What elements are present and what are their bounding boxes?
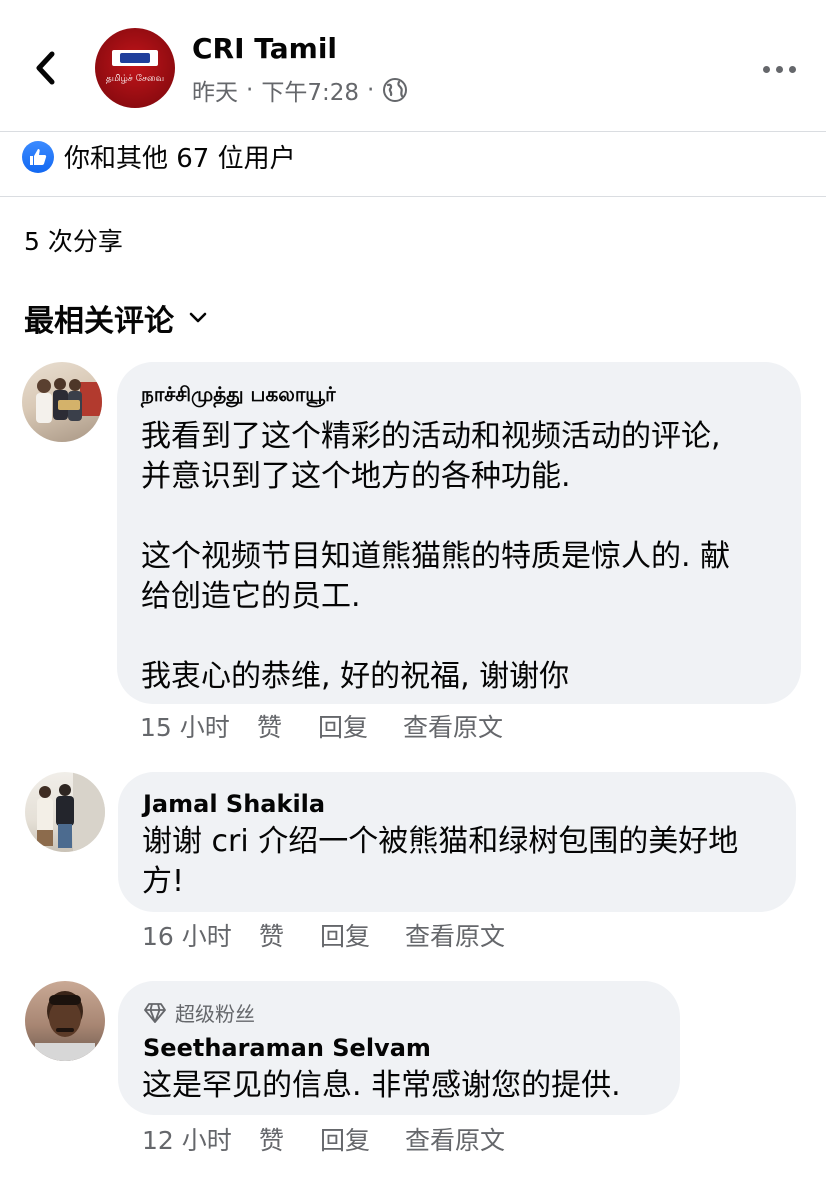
reactions-summary[interactable]: 你和其他 67 位用户 bbox=[22, 138, 296, 175]
reactions-text: 你和其他 67 位用户 bbox=[64, 144, 296, 174]
shares-count[interactable]: 5 次分享 bbox=[24, 222, 123, 258]
see-original-button[interactable]: 查看原文 bbox=[403, 708, 503, 744]
more-horizontal-icon bbox=[762, 65, 770, 73]
comment-actions: 15 小时 赞 回复 查看原文 bbox=[140, 708, 503, 744]
see-original-button[interactable]: 查看原文 bbox=[405, 917, 505, 953]
comment-text: 我看到了这个精彩的活动和视频活动的评论, 并意识到了这个地方的各种功能. 这个视… bbox=[141, 417, 730, 697]
comment-time[interactable]: 12 小时 bbox=[142, 1121, 259, 1157]
reply-button[interactable]: 回复 bbox=[320, 1121, 405, 1157]
divider bbox=[0, 131, 826, 132]
comment-sort-dropdown[interactable]: 最相关评论 bbox=[24, 296, 208, 340]
globe-icon[interactable] bbox=[382, 77, 408, 103]
diamond-icon bbox=[144, 1002, 166, 1023]
comment-line bbox=[141, 497, 730, 537]
comment-time[interactable]: 16 小时 bbox=[142, 917, 259, 953]
more-options-button[interactable] bbox=[756, 54, 802, 84]
commenter-avatar[interactable] bbox=[22, 362, 102, 442]
avatar-photo bbox=[37, 772, 105, 852]
comment-author[interactable]: Seetharaman Selvam bbox=[143, 1034, 431, 1062]
chevron-down-icon bbox=[189, 312, 207, 323]
like-button[interactable]: 赞 bbox=[259, 917, 320, 953]
comment-line: 方! bbox=[142, 864, 185, 899]
divider bbox=[0, 196, 826, 197]
badge-label: 超级粉丝 bbox=[175, 1002, 255, 1026]
avatar-photo bbox=[35, 991, 95, 1061]
page-logo-mark bbox=[112, 50, 158, 66]
comment-text: 这是罕见的信息. 非常感谢您的提供. bbox=[142, 1066, 621, 1106]
more-horizontal-icon bbox=[788, 65, 796, 73]
commenter-avatar[interactable] bbox=[25, 981, 105, 1061]
comment-line: 这是罕见的信息. 非常感谢您的提供. bbox=[142, 1068, 621, 1103]
post-time[interactable]: 下午7:28 bbox=[261, 73, 359, 107]
comment-time[interactable]: 15 小时 bbox=[140, 708, 257, 744]
page-name[interactable]: CRI Tamil bbox=[192, 32, 337, 65]
comment-text: 谢谢 cri 介绍一个被熊猫和绿树包围的美好地 方! bbox=[142, 822, 738, 902]
comment-line: 这个视频节目知道熊猫熊的特质是惊人的. 献 bbox=[141, 539, 731, 574]
comment-line: 我看到了这个精彩的活动和视频活动的评论, bbox=[141, 419, 721, 454]
post-meta: 昨天 · 下午7:28 · bbox=[192, 73, 408, 107]
see-original-button[interactable]: 查看原文 bbox=[405, 1121, 505, 1157]
page-logo-text: தமிழ்ச் சேவை bbox=[105, 74, 165, 84]
comment-line: 并意识到了这个地方的各种功能. bbox=[141, 459, 571, 494]
comment-line bbox=[141, 617, 730, 657]
sort-label: 最相关评论 bbox=[24, 304, 174, 339]
page-avatar[interactable]: தமிழ்ச் சேவை bbox=[95, 28, 175, 108]
comment-line: 我衷心的恭维, 好的祝福, 谢谢你 bbox=[141, 659, 570, 694]
comment-line: 谢谢 cri 介绍一个被熊猫和绿树包围的美好地 bbox=[142, 824, 739, 859]
meta-separator: · bbox=[246, 77, 254, 103]
comment-actions: 16 小时 赞 回复 查看原文 bbox=[142, 917, 505, 953]
reply-button[interactable]: 回复 bbox=[320, 917, 405, 953]
comment-author[interactable]: நாச்சிமுத்து பகலாயூர் bbox=[141, 382, 336, 409]
reply-button[interactable]: 回复 bbox=[318, 708, 403, 744]
commenter-avatar[interactable] bbox=[25, 772, 105, 852]
chevron-left-icon bbox=[36, 51, 55, 85]
top-fan-badge: 超级粉丝 bbox=[143, 998, 255, 1027]
like-button[interactable]: 赞 bbox=[257, 708, 318, 744]
post-day[interactable]: 昨天 bbox=[192, 73, 238, 107]
meta-separator: · bbox=[366, 77, 375, 103]
like-thumb-icon bbox=[22, 140, 54, 173]
comment-line: 给创造它的员工. bbox=[141, 579, 361, 614]
comment-author[interactable]: Jamal Shakila bbox=[143, 790, 325, 818]
comment-actions: 12 小时 赞 回复 查看原文 bbox=[142, 1121, 505, 1157]
avatar-photo bbox=[36, 378, 102, 423]
back-button[interactable] bbox=[26, 46, 66, 90]
more-horizontal-icon bbox=[775, 65, 783, 73]
like-button[interactable]: 赞 bbox=[259, 1121, 320, 1157]
